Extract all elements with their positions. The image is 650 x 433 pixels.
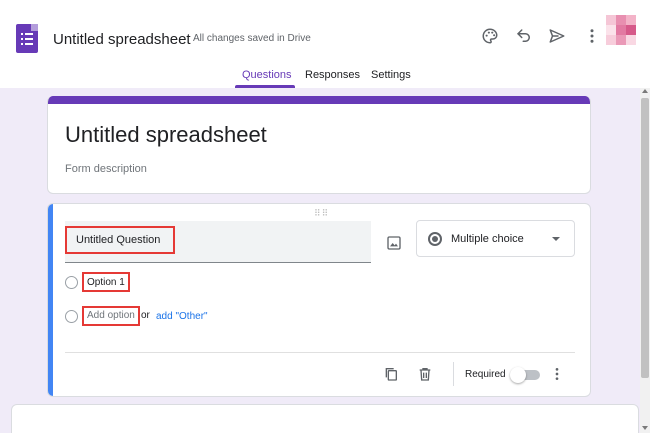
avatar-tile (616, 15, 626, 25)
scroll-thumb[interactable] (641, 98, 649, 378)
send-icon[interactable] (545, 24, 569, 48)
question-title-text: Untitled Question (76, 234, 161, 246)
active-card-indicator (48, 204, 53, 396)
add-option-button[interactable]: Add option (87, 310, 135, 321)
palette-icon[interactable] (478, 24, 502, 48)
document-title[interactable]: Untitled spreadsheet (53, 31, 191, 48)
floating-toolbar (11, 404, 639, 433)
avatar-tile (606, 25, 616, 35)
avatar-tile (616, 25, 626, 35)
question-card: ⠿⠿ Untitled Question Multiple choice Opt… (47, 203, 591, 397)
tab-settings[interactable]: Settings (371, 69, 411, 81)
google-forms-icon[interactable] (16, 24, 38, 53)
add-other-button[interactable]: add "Other" (156, 311, 208, 322)
form-title-card: Untitled spreadsheet Form description (47, 96, 591, 194)
tab-responses[interactable]: Responses (305, 69, 360, 81)
option-radio-icon (65, 276, 78, 289)
avatar-tile (626, 35, 636, 45)
avatar-tile (606, 15, 616, 25)
add-option-radio-icon (65, 310, 78, 323)
drag-handle-icon[interactable]: ⠿⠿ (314, 208, 329, 219)
or-label: or (141, 310, 150, 321)
form-tabs: Questions Responses Settings (0, 64, 650, 88)
required-toggle-thumb[interactable] (510, 367, 526, 383)
duplicate-icon[interactable] (381, 364, 401, 384)
form-description-field[interactable]: Form description (65, 163, 147, 175)
more-vert-icon[interactable] (580, 24, 604, 48)
footer-vertical-divider (453, 362, 454, 386)
theme-color-bar (48, 96, 590, 104)
dropdown-caret-icon (552, 237, 560, 241)
radio-button-icon (428, 232, 442, 246)
add-image-icon[interactable] (382, 231, 406, 255)
scrollbar[interactable] (640, 88, 650, 433)
top-bar: Untitled spreadsheet All changes saved i… (0, 0, 650, 88)
question-footer-divider (65, 352, 575, 353)
avatar-tile (626, 25, 636, 35)
question-title-input[interactable]: Untitled Question (65, 221, 371, 263)
question-type-dropdown[interactable]: Multiple choice (416, 220, 575, 257)
delete-icon[interactable] (415, 364, 435, 384)
avatar-tile (626, 15, 636, 25)
avatar-tile (606, 35, 616, 45)
avatar-tile (616, 35, 626, 45)
avatar[interactable] (606, 15, 636, 45)
scroll-up-arrow-icon[interactable] (642, 89, 648, 93)
undo-icon[interactable] (512, 24, 536, 48)
save-status: All changes saved in Drive (193, 33, 311, 44)
question-type-label: Multiple choice (451, 233, 524, 245)
tab-questions[interactable]: Questions (242, 69, 292, 81)
active-tab-indicator (235, 85, 295, 88)
option-1-input[interactable]: Option 1 (87, 277, 125, 288)
more-options-icon[interactable] (547, 364, 567, 384)
scroll-down-arrow-icon[interactable] (642, 426, 648, 430)
required-label: Required (465, 369, 506, 380)
form-title[interactable]: Untitled spreadsheet (65, 122, 267, 148)
